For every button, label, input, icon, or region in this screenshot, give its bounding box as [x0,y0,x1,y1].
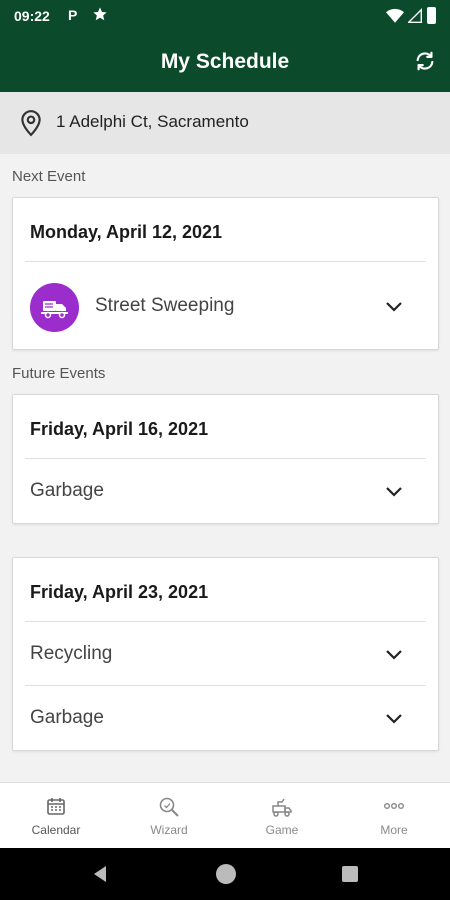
next-event-label: Next Event [12,168,86,185]
app-bar: My Schedule [0,32,450,92]
event-date: Friday, April 16, 2021 [30,419,209,439]
nav-wizard[interactable]: Wizard [113,783,225,849]
chevron-down-icon[interactable] [386,711,402,729]
refresh-button[interactable] [412,50,438,76]
nav-label: Wizard [150,823,188,837]
event-row-street-sweeping[interactable]: Street Sweeping [13,275,438,337]
status-bar: 09:22 P [0,0,450,32]
divider [25,621,426,622]
address-text: 1 Adelphi Ct, Sacramento [56,112,249,131]
event-name: Garbage [30,480,104,501]
divider [25,458,426,459]
nav-label: More [380,823,408,837]
event-date: Monday, April 12, 2021 [30,222,223,242]
signal-icon [407,8,422,29]
recent-apps-icon[interactable] [342,866,358,882]
nav-calendar[interactable]: Calendar [0,783,112,849]
parking-notification-icon: P [68,7,78,23]
nav-label: Calendar [31,823,81,837]
event-row-garbage[interactable]: Garbage [13,687,438,749]
event-name: Street Sweeping [95,295,235,316]
page-title: My Schedule [160,50,290,73]
search-icon [113,796,225,818]
battery-icon [427,7,436,24]
divider [25,685,426,686]
wifi-icon [386,8,404,29]
event-name: Recycling [30,643,113,664]
future-events-label: Future Events [12,365,106,382]
home-icon[interactable] [216,864,236,884]
chevron-down-icon[interactable] [386,647,402,665]
chevron-down-icon[interactable] [386,484,402,502]
back-icon[interactable] [92,865,108,888]
event-row-recycling[interactable]: Recycling [13,623,438,685]
chevron-down-icon[interactable] [386,299,402,317]
schedule-content: Next Event Monday, April 12, 2021 Street… [0,154,450,782]
bottom-nav: Calendar Wizard Game More [0,782,450,848]
star-icon [92,6,108,27]
future-event-card: Friday, April 16, 2021 Garbage [12,394,439,524]
event-date: Friday, April 23, 2021 [30,582,209,602]
more-dots-icon [338,796,450,816]
pin-icon [18,109,44,142]
future-event-card: Friday, April 23, 2021 Recycling Garbage [12,557,439,751]
event-row-garbage[interactable]: Garbage [13,460,438,522]
nav-more[interactable]: More [338,783,450,849]
next-event-card: Monday, April 12, 2021 Street Sweeping [12,197,439,350]
game-truck-icon [226,796,338,818]
nav-game[interactable]: Game [226,783,338,849]
sweeper-truck-icon [30,283,79,332]
nav-label: Game [265,823,299,837]
divider [25,261,426,262]
refresh-icon [414,50,436,77]
status-time: 09:22 [14,8,50,24]
system-nav-bar [0,848,450,900]
calendar-icon [0,796,112,816]
address-bar[interactable]: 1 Adelphi Ct, Sacramento [0,92,450,154]
event-name: Garbage [30,707,104,728]
